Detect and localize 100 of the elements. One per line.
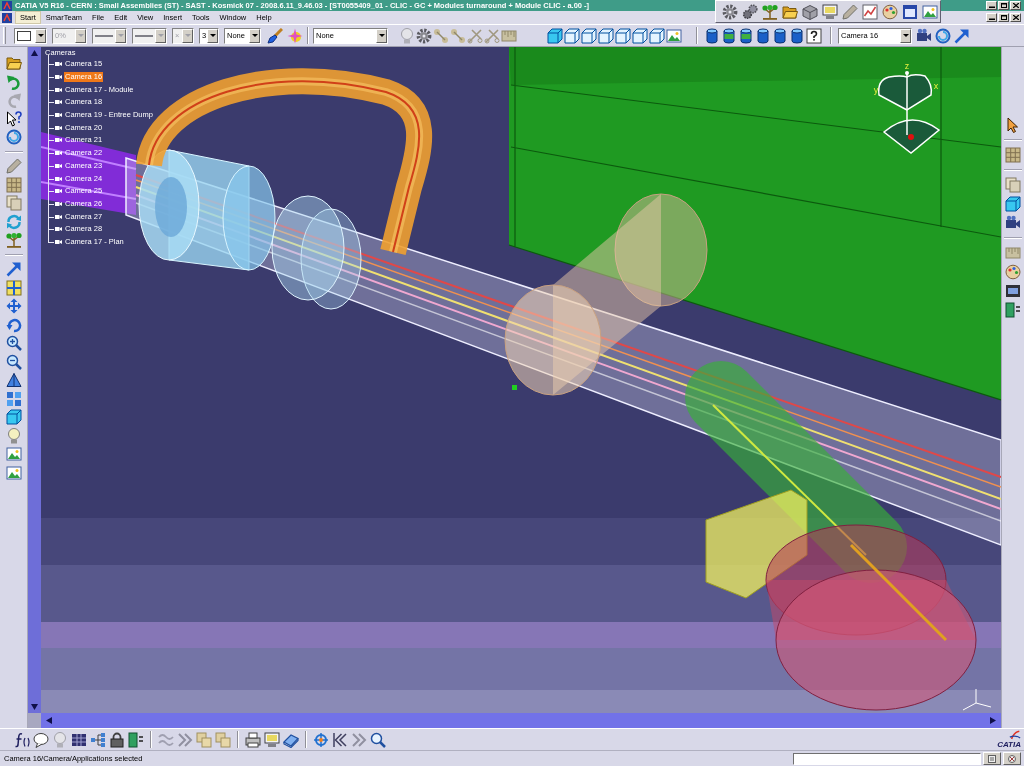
pages-icon[interactable] [1005,177,1021,193]
move-arrows-icon[interactable] [5,298,22,314]
search-icon[interactable] [370,731,386,748]
help-icon[interactable] [806,27,822,44]
brush-icon[interactable] [267,27,283,44]
padlock-icon[interactable] [109,731,125,748]
pages-icon[interactable] [5,195,22,211]
caret-icon [902,34,909,37]
wireframe-cube-icon[interactable] [598,27,614,44]
wireframe-cube-icon[interactable] [632,27,648,44]
minimize-button[interactable] [986,13,997,22]
fit-all-icon[interactable] [5,279,22,296]
diagonal-arrow-icon[interactable] [954,27,970,44]
caret-icon [37,34,44,37]
close-button[interactable] [1010,13,1021,22]
compass-icon[interactable] [877,71,940,154]
picture-icon[interactable] [922,3,938,20]
camera-icon[interactable] [1005,215,1021,231]
cursor-icon[interactable] [1005,117,1021,133]
chart-icon[interactable] [862,3,878,20]
caret-icon [378,34,385,37]
tree-icon[interactable] [762,3,778,20]
swirl-icon[interactable] [935,27,951,44]
diagonal-arrow-icon[interactable] [5,261,22,277]
caret-icon [77,34,84,37]
maximize-button[interactable] [998,13,1009,22]
stop-icon [1008,754,1016,763]
gear-icon[interactable] [722,3,738,20]
undo-icon[interactable] [5,73,22,90]
cube-icon[interactable] [1005,196,1021,212]
help-cursor-icon[interactable] [5,110,22,127]
pencil-icon[interactable] [5,158,22,174]
grid-icon[interactable] [5,176,22,193]
right-arrow-icon[interactable] [990,717,996,724]
swirl-icon[interactable] [5,129,22,145]
cylinder-icon[interactable] [738,27,754,44]
close-button[interactable] [1010,1,1021,10]
camera-icon [55,99,62,106]
node-tree-icon[interactable] [90,731,106,748]
minimize-button[interactable] [986,1,997,10]
monitor-icon[interactable] [822,3,838,20]
axis-label: z [904,61,910,71]
left-arrow-icon[interactable] [46,717,52,724]
status-button[interactable] [983,752,1001,765]
folder-icon[interactable] [782,3,798,20]
box-icon[interactable] [802,3,818,20]
link-icon[interactable] [450,27,466,44]
window-icon[interactable] [902,3,918,20]
palette-icon[interactable] [882,3,898,20]
rewind-icon[interactable] [332,731,348,748]
monitor-icon[interactable] [264,731,280,748]
wireframe-cube-icon[interactable] [581,27,597,44]
camera-icon [55,74,62,81]
folder-icon[interactable] [5,55,22,71]
pencil-icon[interactable] [842,3,858,20]
speech-bubble-icon[interactable] [33,731,49,748]
cube-icon[interactable] [547,27,563,44]
vertical-scrollbar[interactable] [28,47,41,713]
screen-icon[interactable] [1005,283,1021,299]
tree-icon[interactable] [5,232,22,248]
zoom-out-icon[interactable] [5,353,22,370]
cylinder-icon[interactable] [721,27,737,44]
status-button[interactable] [1003,752,1021,765]
lamp-icon[interactable] [5,427,22,444]
cylinder-icon[interactable] [704,27,720,44]
picture-icon[interactable] [5,446,22,462]
picture-icon[interactable] [666,27,682,44]
wireframe-cube-icon[interactable] [615,27,631,44]
color-dropdown[interactable] [14,27,47,44]
wireframe-cube-icon[interactable] [649,27,665,44]
cube-icon[interactable] [5,409,22,425]
cylinder-icon[interactable] [789,27,805,44]
axis-label: x [933,81,939,91]
zoom-in-icon[interactable] [5,335,22,351]
camera-icon[interactable] [916,27,932,44]
up-arrow-icon[interactable] [31,50,38,56]
down-arrow-icon[interactable] [31,704,38,710]
camera-icon [55,150,62,157]
camera-icon [55,124,62,131]
app-icon[interactable] [2,12,12,23]
maximize-icon [1000,3,1007,8]
rotate-icon[interactable] [5,316,22,333]
gears-icon[interactable] [742,3,758,20]
palette-icon[interactable] [1005,264,1021,280]
gear-icon[interactable] [416,27,432,44]
wireframe-cube-icon[interactable] [564,27,580,44]
link-icon[interactable] [433,27,449,44]
maximize-button[interactable] [998,1,1009,10]
list-icon[interactable] [1005,302,1021,318]
list-icon[interactable] [128,731,144,748]
horizontal-scrollbar[interactable] [41,713,1001,728]
cylinder-icon[interactable] [772,27,788,44]
cylinder-icon[interactable] [755,27,771,44]
pyramid-icon[interactable] [5,372,22,388]
function-icon[interactable] [14,731,30,748]
printer-icon[interactable] [245,731,261,748]
command-field[interactable] [793,752,981,765]
target-icon[interactable] [313,731,329,748]
picture-icon[interactable] [5,464,22,481]
table-icon[interactable] [71,731,87,748]
